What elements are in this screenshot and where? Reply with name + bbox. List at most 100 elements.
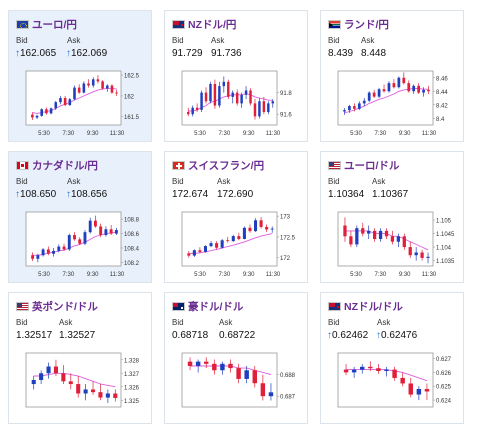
flag-nz-icon [172, 19, 185, 29]
y-tick-label: 1.104 [436, 246, 452, 252]
plot-frame [181, 70, 278, 126]
candle-body [115, 92, 118, 94]
pair-name[interactable]: ユーロ/ドル [344, 158, 399, 173]
ask-price: 91.736 [211, 48, 242, 59]
candle-body [187, 112, 190, 115]
candle-body [46, 366, 51, 374]
ask-price: ↑162.069 [66, 48, 108, 59]
candle-body [200, 92, 203, 110]
y-tick-label: 1.328 [124, 358, 140, 364]
candle-body [351, 369, 357, 373]
candle-body [244, 90, 248, 95]
pair-name[interactable]: ランド/円 [344, 17, 389, 32]
candle-body [420, 252, 424, 258]
candle-body [412, 85, 416, 92]
flag-ch-icon [172, 160, 185, 170]
x-tick-label: 5:30 [350, 272, 362, 278]
candle-body [209, 83, 212, 102]
ticker-card-nzdjpy[interactable]: NZドル/円 Bid Ask 91.729 91.736 91.8 91.6 5:3… [164, 10, 308, 142]
candle-body [104, 229, 108, 236]
y-tick-label: 172.5 [280, 235, 296, 241]
x-tick-label: 11:30 [266, 131, 281, 137]
candle-body [231, 92, 234, 97]
candle-body [49, 108, 53, 114]
ticker-card-audusd[interactable]: 豪ドル/ドル Bid Ask 0.68718 0.68722 0.688 0.68… [164, 292, 308, 424]
candle-body [408, 247, 412, 256]
y-tick-label: 1.105 [436, 219, 452, 225]
flag-eu-icon [16, 19, 29, 29]
ticker-card-nzdusd[interactable]: NZドル/ドル Bid Ask ↑0.62462 ↑0.62476 0.627 0… [320, 292, 464, 424]
candle-body [417, 85, 420, 93]
candle-body [87, 83, 90, 86]
candle-body [73, 87, 76, 100]
x-tick-label: 5:30 [38, 272, 50, 278]
ticker-card-eurjpy[interactable]: ユーロ/円 Bid Ask ↑162.065 ↑162.069 162.5 162… [8, 10, 152, 142]
candle-body [343, 369, 349, 373]
x-tick-label: 9:30 [87, 272, 99, 278]
flag-us-icon [16, 301, 29, 311]
candle-body [353, 106, 356, 109]
y-tick-label: 161.5 [124, 115, 140, 121]
candle-body [94, 220, 97, 227]
candle-body [267, 103, 270, 113]
bid-label: Bid [16, 318, 28, 327]
pair-name[interactable]: スイスフラン/円 [188, 158, 264, 173]
bid-label: Bid [328, 318, 340, 327]
candle-body [240, 94, 243, 104]
pair-name[interactable]: NZドル/ドル [344, 299, 403, 314]
candle-body [209, 243, 213, 247]
candlestick-chart[interactable]: 108.8 108.6 108.4 108.2 5:30 7:30 9:30 11:30 [13, 206, 149, 280]
candle-body [213, 83, 217, 106]
candle-body [377, 89, 381, 97]
pair-name[interactable]: 豪ドル/ドル [188, 299, 243, 314]
candle-body [424, 389, 430, 392]
candle-body [259, 220, 263, 227]
candlestick-chart[interactable]: 8.46 8.44 8.42 8.4 5:30 7:30 9:30 11:30 [325, 65, 461, 139]
x-tick-label: 7:30 [62, 131, 74, 137]
candle-body [61, 373, 66, 382]
candle-body [260, 383, 266, 397]
candlestick-chart[interactable]: 91.8 91.6 5:30 7:30 9:30 11:30 [169, 65, 305, 139]
y-tick-label: 108.6 [124, 232, 140, 238]
candle-body [271, 101, 274, 104]
candlestick-chart[interactable]: 162.5 162 161.5 5:30 7:30 9:30 11:30 [13, 65, 149, 139]
candle-body [215, 243, 219, 248]
pair-name[interactable]: ユーロ/円 [32, 17, 77, 32]
y-tick-label: 0.626 [436, 371, 452, 377]
ticker-card-gbpusd[interactable]: 英ポンド/ドル Bid Ask 1.32517 1.32527 1.328 1.3… [8, 292, 152, 424]
candle-body [397, 77, 401, 88]
pair-name[interactable]: 英ポンド/ドル [32, 299, 98, 314]
bid-price: 172.674 [172, 189, 209, 200]
pair-name[interactable]: NZドル/円 [188, 17, 236, 32]
candle-body [376, 368, 381, 371]
candle-body [54, 102, 58, 109]
candlestick-chart[interactable]: 173 172.5 172 5:30 7:30 9:30 11:30 [169, 206, 305, 280]
candle-body [402, 236, 406, 248]
candle-body [235, 92, 239, 104]
candle-body [40, 109, 43, 116]
candle-body [226, 240, 230, 242]
chart-svg: 8.46 8.44 8.42 8.4 5:30 7:30 9:30 11:30 [337, 70, 448, 137]
ticker-card-cadjpy[interactable]: カナダドル/円 Bid Ask ↑108.650 ↑108.656 108.8 1… [8, 151, 152, 283]
candle-body [63, 98, 67, 106]
x-tick-label: 7:30 [374, 131, 386, 137]
ask-price: 8.448 [361, 48, 387, 59]
candle-body [113, 393, 118, 398]
x-tick-label: 7:30 [218, 272, 230, 278]
candle-body [114, 230, 118, 234]
chart-svg: 162.5 162 161.5 5:30 7:30 9:30 11:30 [25, 70, 140, 137]
pair-name[interactable]: カナダドル/円 [32, 158, 98, 173]
bid-price: ↑162.065 [15, 48, 57, 59]
ticker-card-zarjpy[interactable]: ランド/円 Bid Ask 8.439 8.448 8.46 8.44 8.42 8.… [320, 10, 464, 142]
ask-price: ↑108.656 [66, 189, 108, 200]
bid-label: Bid [328, 36, 340, 45]
candle-body [372, 92, 376, 97]
y-tick-label: 1.327 [124, 372, 140, 378]
ticker-card-chfjpy[interactable]: スイスフラン/円 Bid Ask 172.674 172.690 173 172.… [164, 151, 308, 283]
ask-price: 1.10367 [372, 189, 409, 200]
y-tick-label: 8.42 [436, 103, 448, 109]
ticker-card-eurusd[interactable]: ユーロ/ドル Bid Ask 1.10364 1.10367 1.105 1.10… [320, 151, 464, 283]
candlestick-chart[interactable]: 1.105 1.1045 1.104 1.1035 5:30 7:30 9:30 11:30 [325, 206, 461, 280]
y-tick-label: 0.627 [436, 357, 452, 363]
candle-body [384, 369, 389, 371]
